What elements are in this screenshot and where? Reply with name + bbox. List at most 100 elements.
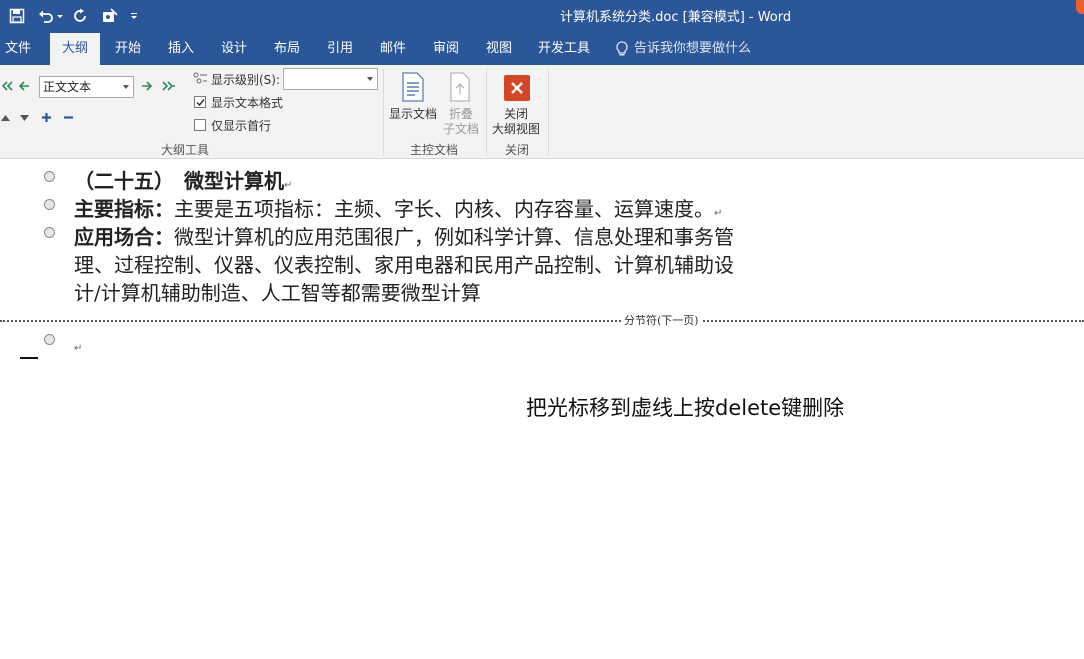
item-label: 应用场合：	[74, 225, 174, 249]
close-group-label: 关闭	[505, 143, 530, 157]
ribbon-tabs: 文件 大纲 开始 插入 设计 布局 引用 邮件 审阅 视图 开发工具 告诉我你想…	[0, 33, 1084, 65]
master-document-group-label: 主控文档	[410, 143, 459, 157]
chevron-down-icon	[367, 77, 373, 81]
outline-level-select[interactable]: 正文文本	[39, 76, 134, 98]
title-bar: 计算机系统分类.doc [兼容模式] - Word	[0, 0, 1084, 33]
item-text: 主要是五项指标：主频、字长、内核、内存容量、运算速度。	[174, 197, 714, 221]
group-separator	[548, 69, 549, 155]
outline-bullet[interactable]	[44, 227, 55, 238]
outline-bullet[interactable]	[44, 199, 55, 210]
document-canvas[interactable]: （二十五） 微型计算机↵ 主要指标：主要是五项指标：主频、字长、内核、内存容量、…	[0, 160, 1084, 659]
section-break-label: 分节符(下一页)	[622, 312, 701, 328]
tab-layout[interactable]: 布局	[267, 33, 307, 65]
empty-outline-line[interactable]: ↵	[74, 332, 82, 356]
redo-icon	[74, 8, 86, 22]
chevron-down-icon	[123, 85, 129, 89]
tell-me-search[interactable]: 告诉我你想要做什么	[615, 33, 751, 65]
show-document-button[interactable]	[399, 71, 427, 103]
document-icon	[402, 72, 424, 102]
outline-level-value: 正文文本	[43, 80, 92, 94]
close-outline-view-button[interactable]	[504, 75, 530, 101]
tab-home[interactable]: 开始	[108, 33, 148, 65]
demote-button[interactable]	[140, 78, 154, 94]
save-button[interactable]	[6, 5, 28, 27]
triangle-up-icon	[0, 114, 10, 121]
tab-developer[interactable]: 开发工具	[532, 33, 596, 65]
promote-button[interactable]	[17, 78, 31, 94]
close-icon	[511, 82, 523, 94]
account-badge[interactable]	[1076, 0, 1084, 14]
move-up-button[interactable]	[0, 111, 10, 125]
show-level-select[interactable]	[283, 68, 378, 90]
show-text-format-checkbox[interactable]	[194, 96, 206, 108]
show-text-format-label: 显示文本格式	[211, 96, 284, 110]
first-line-only-checkbox[interactable]	[194, 119, 206, 131]
undo-dropdown[interactable]	[56, 5, 64, 27]
double-left-arrow-icon	[1, 81, 13, 91]
plus-icon	[41, 112, 51, 122]
group-separator	[486, 69, 487, 155]
tab-view[interactable]: 视图	[479, 33, 519, 65]
tell-me-text: 告诉我你想要做什么	[634, 41, 752, 56]
show-level-icon	[193, 72, 207, 83]
checkmark-icon	[196, 99, 205, 107]
close-outline-label-2: 大纲视图	[492, 122, 541, 136]
window-title: 计算机系统分类.doc [兼容模式] - Word	[560, 10, 792, 25]
undo-button[interactable]	[35, 5, 57, 27]
tab-review[interactable]: 审阅	[426, 33, 466, 65]
item-label: 主要指标：	[74, 197, 174, 221]
show-document-label: 显示文档	[389, 107, 438, 121]
outline-item-line[interactable]: 主要指标：主要是五项指标：主频、字长、内核、内存容量、运算速度。↵	[74, 193, 722, 222]
collapse-subdocuments-button[interactable]	[448, 71, 472, 103]
lightbulb-icon	[616, 41, 628, 56]
demote-to-body-button[interactable]	[161, 78, 177, 94]
heading-text: （二十五） 微型计算机	[74, 169, 284, 193]
outline-tools-group-label: 大纲工具	[161, 143, 210, 157]
undo-icon	[39, 10, 53, 23]
touch-mode-button[interactable]	[99, 5, 121, 27]
outline-bullet[interactable]	[44, 334, 55, 345]
redo-button[interactable]	[70, 5, 92, 27]
section-break[interactable]: 分节符(下一页)	[0, 312, 1084, 328]
tab-design[interactable]: 设计	[214, 33, 254, 65]
triangle-down-icon	[19, 114, 29, 121]
ribbon-panel: 正文文本 显示级别(S): 显示文本格式 仅显示首行 大纲工具 显示文档 折叠	[0, 65, 1084, 159]
right-arrow-icon	[142, 81, 153, 91]
double-right-arrow-icon	[162, 81, 175, 91]
chevron-down-icon	[57, 15, 63, 18]
section-break-dotted-line[interactable]	[0, 320, 1084, 322]
collapse-subdocuments-label-2: 子文档	[443, 122, 480, 136]
promote-to-heading1-button[interactable]	[0, 78, 14, 94]
paragraph-mark-icon: ↵	[74, 343, 83, 354]
paragraph-mark-icon: ↵	[284, 180, 293, 191]
text-cursor	[20, 357, 38, 359]
move-down-button[interactable]	[18, 111, 30, 125]
tab-insert[interactable]: 插入	[161, 33, 201, 65]
save-icon	[9, 8, 25, 24]
first-line-only-label: 仅显示首行	[211, 119, 272, 133]
touch-mode-icon	[103, 8, 118, 22]
left-arrow-icon	[18, 81, 29, 91]
instruction-annotation: 把光标移到虚线上按delete键删除	[526, 396, 845, 420]
tab-references[interactable]: 引用	[320, 33, 360, 65]
paragraph-mark-icon: ↵	[714, 208, 723, 219]
collapse-button[interactable]	[61, 110, 75, 124]
outline-item-line[interactable]: 应用场合：微型计算机的应用范围很广，例如科学计算、信息处理和事务管	[74, 221, 734, 250]
customize-qat-button[interactable]	[128, 5, 140, 27]
outline-item-continuation[interactable]: 理、过程控制、仪器、仪表控制、家用电器和民用产品控制、计算机辅助设	[74, 249, 734, 278]
minus-icon	[63, 115, 73, 119]
show-level-label: 显示级别(S):	[211, 73, 281, 87]
item-text: 微型计算机的应用范围很广，例如科学计算、信息处理和事务管	[174, 225, 734, 249]
show-level-icon-wrap	[192, 71, 208, 85]
expand-button[interactable]	[39, 110, 53, 124]
tab-file[interactable]: 文件	[0, 33, 36, 65]
group-separator	[383, 69, 384, 155]
customize-icon	[131, 13, 137, 19]
outline-bullet[interactable]	[44, 171, 55, 182]
tab-mailings[interactable]: 邮件	[373, 33, 413, 65]
collapse-subdocument-icon	[450, 72, 470, 102]
quick-access-toolbar	[6, 5, 147, 27]
outline-item-continuation[interactable]: 计/计算机辅助制造、人工智等都需要微型计算	[74, 277, 481, 306]
outline-heading-line[interactable]: （二十五） 微型计算机↵	[74, 165, 292, 194]
tab-outline[interactable]: 大纲	[50, 33, 100, 65]
